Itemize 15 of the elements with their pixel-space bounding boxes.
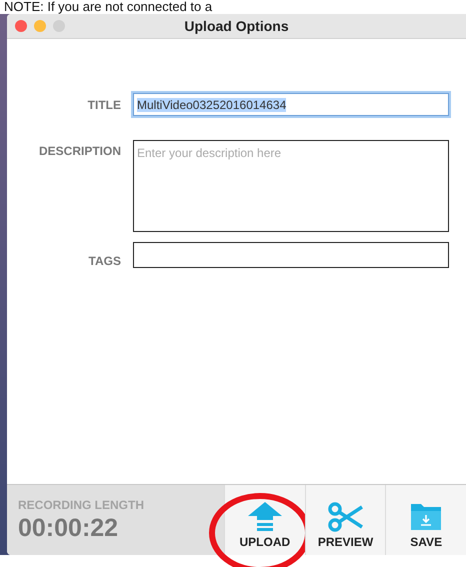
scissors-icon [328,502,364,532]
recording-length-value: 00:00:22 [18,514,120,542]
input-field[interactable]: MultiVideo03252016014634 [133,93,449,116]
note-text: NOTE: If you are not connected to a [3,0,214,14]
field-label: TITLE [86,98,121,112]
toolbar-button[interactable]: PREVIEW [304,485,386,555]
close-icon[interactable] [15,20,27,32]
recording-length-label: RECORDING LENGTH [18,498,145,512]
field-label: TAGS [88,254,121,268]
input-field[interactable] [133,242,449,268]
minimize-icon[interactable] [34,20,46,32]
upload-arrow-icon [246,502,283,532]
field-label: DESCRIPTION [38,143,121,158]
toolbar-button[interactable]: SAVE [385,485,466,555]
window-title: Upload Options [184,18,289,34]
